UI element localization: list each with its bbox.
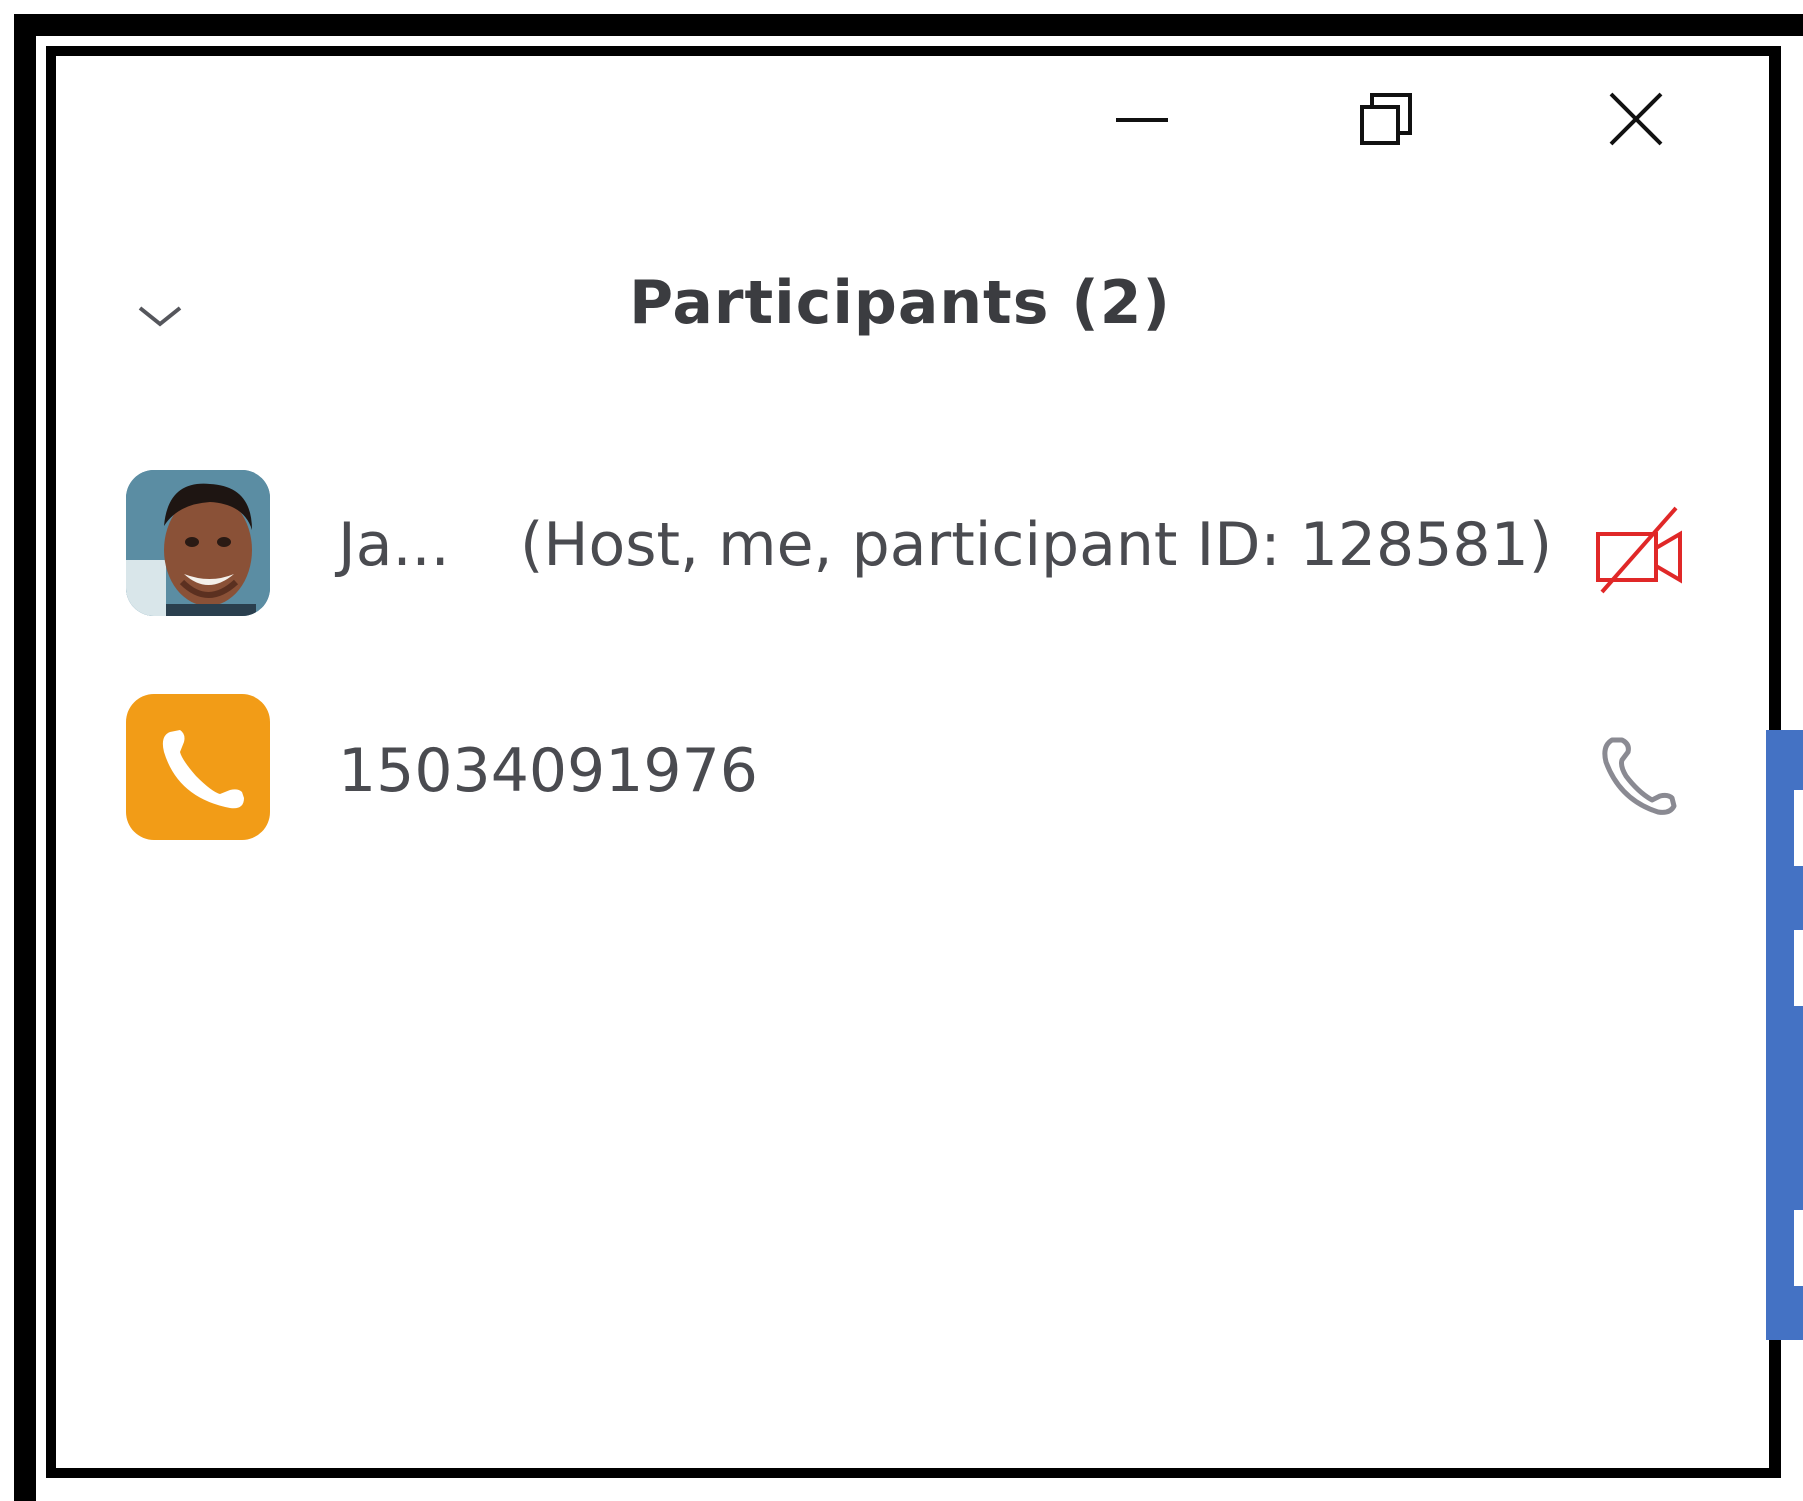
participant-row[interactable]: 15034091976 [126,694,1706,844]
background-window-edge [1766,730,1803,1340]
video-off-icon [1596,506,1682,594]
participant-row[interactable]: Ja... (Host, me, participant ID: 128581) [126,470,1706,620]
close-icon [1609,92,1663,146]
participant-role: (Host, me, participant ID: 128581) [520,510,1553,580]
participant-name: Ja... [338,510,450,580]
panel-title: Participants (2) [629,268,1171,338]
minimize-icon [1116,118,1168,122]
phone-icon [1602,737,1677,815]
restore-button[interactable] [1336,86,1436,152]
strip-mark [1794,930,1803,1006]
phone-audio-status[interactable] [1598,728,1682,822]
collapse-panel-button[interactable] [132,296,188,336]
strip-mark [1794,790,1803,866]
user-photo-icon [126,470,270,616]
video-off-button[interactable] [1592,500,1688,600]
phone-icon [162,730,244,809]
chevron-down-icon [138,306,182,327]
close-button[interactable] [1586,86,1686,152]
strip-mark [1794,1210,1803,1286]
restore-icon [1360,93,1412,145]
avatar [126,470,270,616]
minimize-button[interactable] [1092,92,1192,148]
phone-avatar [126,694,270,840]
participant-name: 15034091976 [338,736,758,806]
